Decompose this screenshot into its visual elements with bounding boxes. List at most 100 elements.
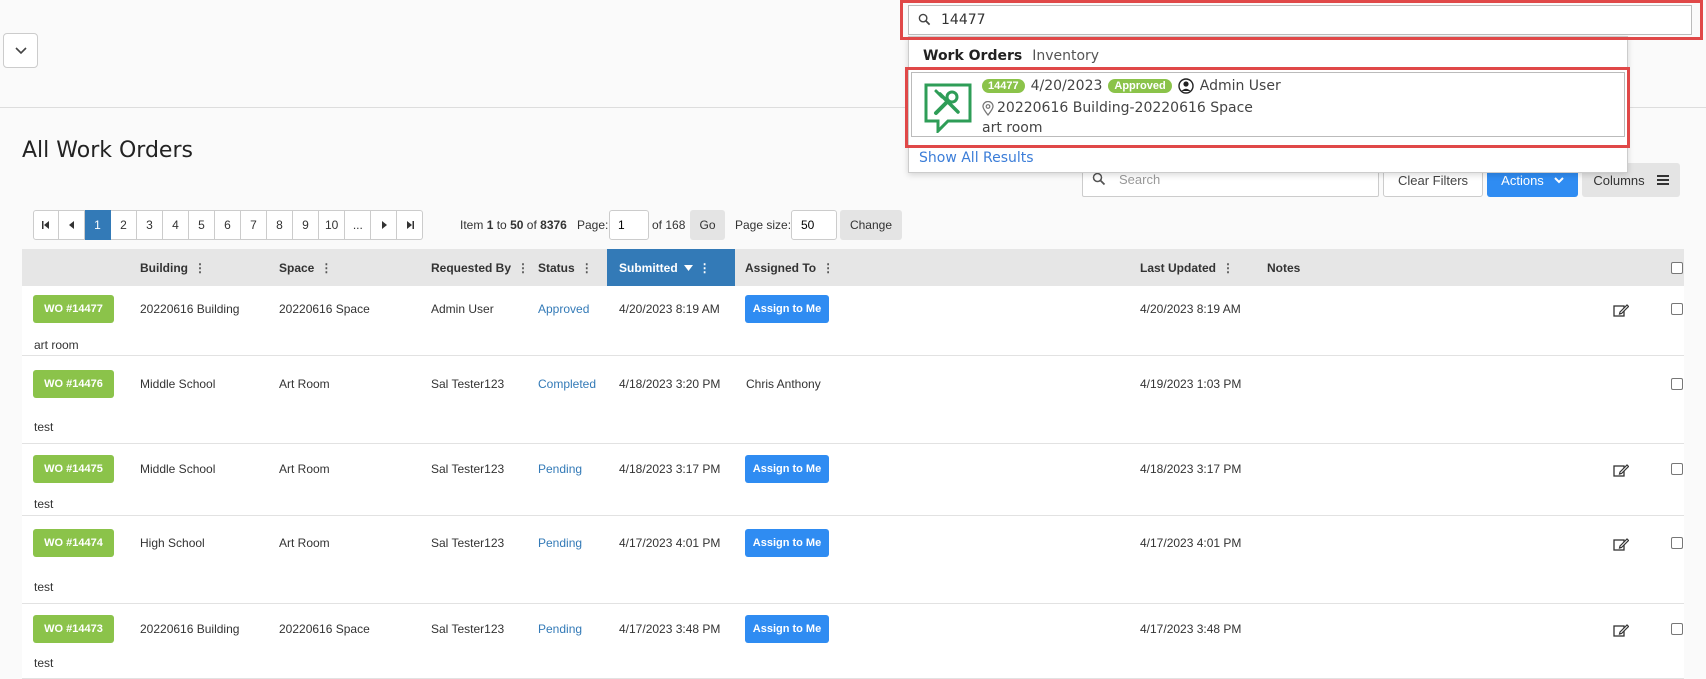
cell-last-updated: 4/19/2023 1:03 PM (1140, 377, 1242, 391)
work-order-button[interactable]: WO #14475 (33, 455, 114, 483)
cell-submitted: 4/18/2023 3:17 PM (619, 462, 721, 476)
item-total: 8376 (540, 218, 567, 232)
page-size-input[interactable] (791, 210, 837, 240)
cell-building: 20220616 Building (140, 622, 240, 636)
kebab-icon[interactable]: ⋮ (822, 261, 834, 275)
header-submitted-label: Submitted (619, 260, 678, 275)
collapse-button[interactable] (3, 33, 38, 68)
page-button-9[interactable]: 9 (293, 210, 319, 240)
page-of-text: of 168 (652, 218, 686, 232)
edit-icon[interactable] (1613, 536, 1629, 552)
page-button-4[interactable]: 4 (163, 210, 189, 240)
page-button-3[interactable]: 3 (137, 210, 163, 240)
next-page-icon (381, 221, 387, 229)
page-button-2[interactable]: 2 (111, 210, 137, 240)
header-space[interactable]: Space ⋮ (279, 249, 332, 286)
cell-status[interactable]: Completed (538, 377, 596, 391)
header-last-updated-label: Last Updated (1140, 260, 1217, 275)
header-status-label: Status (538, 260, 575, 275)
cell-requested-by: Sal Tester123 (431, 377, 505, 391)
tab-inventory[interactable]: Inventory (1032, 48, 1099, 64)
edit-icon[interactable] (1613, 302, 1629, 318)
work-order-button[interactable]: WO #14473 (33, 615, 114, 643)
header-submitted[interactable]: Submitted ⋮ (607, 249, 735, 286)
work-order-button[interactable]: WO #14476 (33, 370, 114, 398)
kebab-icon[interactable]: ⋮ (699, 261, 711, 275)
first-page-button[interactable] (33, 210, 59, 240)
assign-to-me-button[interactable]: Assign to Me (745, 615, 829, 643)
pager-item-info: Item 1 to 50 of 8376 (460, 218, 567, 232)
page-button-1[interactable]: 1 (85, 210, 111, 240)
cell-space: Art Room (279, 462, 330, 476)
table-header: Building ⋮ Space ⋮ Requested By ⋮ Status ⋮ S… (22, 249, 1684, 286)
header-space-label: Space (279, 260, 315, 275)
item-from: 1 (486, 218, 494, 232)
cell-status[interactable]: Pending (538, 536, 582, 550)
header-assigned-to-label: Assigned To (745, 260, 817, 275)
cell-last-updated: 4/20/2023 8:19 AM (1140, 302, 1241, 316)
assign-to-me-button[interactable]: Assign to Me (745, 529, 829, 557)
cell-submitted: 4/17/2023 3:48 PM (619, 622, 721, 636)
page-button-5[interactable]: 5 (189, 210, 215, 240)
header-building[interactable]: Building ⋮ (140, 249, 206, 286)
assign-to-me-button[interactable]: Assign to Me (745, 455, 829, 483)
cell-assigned-to: Chris Anthony (746, 377, 821, 391)
page-number-input[interactable] (609, 210, 649, 240)
work-order-button[interactable]: WO #14477 (33, 295, 114, 323)
row-note: test (34, 580, 54, 594)
prev-page-icon (68, 221, 74, 229)
page-button-more[interactable]: ... (345, 210, 372, 240)
cell-submitted: 4/17/2023 4:01 PM (619, 536, 721, 550)
table-row: WO #14474 High School Art Room Sal Teste… (22, 516, 1684, 604)
work-order-button[interactable]: WO #14474 (33, 529, 114, 557)
header-assigned-to[interactable]: Assigned To ⋮ (745, 249, 834, 286)
show-all-results-link[interactable]: Show All Results (919, 150, 1034, 166)
assign-to-me-button[interactable]: Assign to Me (745, 295, 829, 323)
page-title: All Work Orders (22, 138, 193, 163)
kebab-icon[interactable]: ⋮ (517, 261, 529, 275)
page-button-6[interactable]: 6 (215, 210, 241, 240)
dropdown-tabs: Work Orders Inventory (923, 48, 1099, 64)
header-requested-by-label: Requested By (431, 260, 512, 275)
cell-status[interactable]: Pending (538, 462, 582, 476)
edit-icon[interactable] (1613, 462, 1629, 478)
cell-last-updated: 4/17/2023 4:01 PM (1140, 536, 1242, 550)
kebab-icon[interactable]: ⋮ (1222, 261, 1234, 275)
table-row: WO #14476 Middle School Art Room Sal Tes… (22, 356, 1684, 444)
row-checkbox[interactable] (1671, 378, 1683, 390)
page-button-7[interactable]: 7 (241, 210, 267, 240)
row-checkbox[interactable] (1671, 303, 1683, 315)
row-note: art room (34, 338, 79, 352)
change-button[interactable]: Change (840, 210, 902, 240)
row-checkbox[interactable] (1671, 463, 1683, 475)
last-page-button[interactable] (397, 210, 424, 240)
page-button-10[interactable]: 10 (319, 210, 346, 240)
next-page-button[interactable] (371, 210, 398, 240)
edit-icon[interactable] (1613, 622, 1629, 638)
kebab-icon[interactable]: ⋮ (581, 261, 593, 275)
cell-submitted: 4/20/2023 8:19 AM (619, 302, 720, 316)
header-last-updated[interactable]: Last Updated ⋮ (1140, 249, 1234, 286)
cell-status[interactable]: Approved (538, 302, 589, 316)
select-all-checkbox[interactable] (1671, 262, 1683, 274)
prev-page-button[interactable] (59, 210, 85, 240)
search-highlight-box (900, 0, 1703, 40)
row-checkbox[interactable] (1671, 623, 1683, 635)
hamburger-icon (1656, 175, 1669, 185)
cell-building: High School (140, 536, 205, 550)
header-requested-by[interactable]: Requested By ⋮ (431, 249, 529, 286)
header-status[interactable]: Status ⋮ (538, 249, 593, 286)
kebab-icon[interactable]: ⋮ (320, 261, 332, 275)
row-checkbox[interactable] (1671, 537, 1683, 549)
first-page-icon (42, 221, 49, 229)
cell-requested-by: Admin User (431, 302, 494, 316)
go-button[interactable]: Go (690, 210, 725, 240)
kebab-icon[interactable]: ⋮ (194, 261, 206, 275)
tab-work-orders[interactable]: Work Orders (923, 48, 1022, 64)
page-button-8[interactable]: 8 (267, 210, 293, 240)
cell-requested-by: Sal Tester123 (431, 462, 505, 476)
cell-status[interactable]: Pending (538, 622, 582, 636)
row-note: test (34, 420, 54, 434)
item-label: Item (460, 218, 484, 232)
cell-building: 20220616 Building (140, 302, 240, 316)
